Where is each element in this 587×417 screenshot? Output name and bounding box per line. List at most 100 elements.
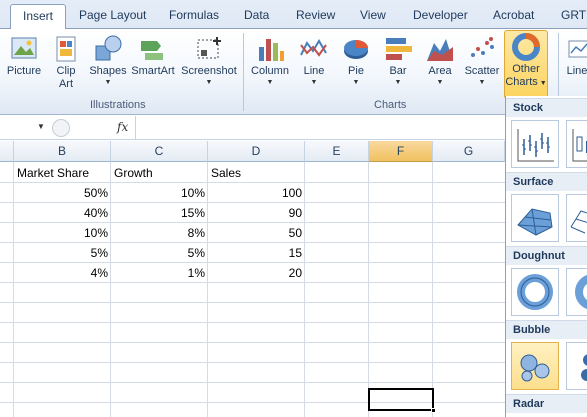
cell-header-growth[interactable]: Growth <box>114 163 206 183</box>
column-header-d[interactable]: D <box>208 141 305 162</box>
clip-art-label-2: Art <box>58 78 74 90</box>
other-charts-icon <box>512 33 540 61</box>
3d-bubble-chart-option[interactable] <box>566 342 587 390</box>
3d-bubble-chart-icon <box>581 354 587 381</box>
picture-label: Picture <box>6 65 42 77</box>
wireframe-surface-icon <box>570 210 587 234</box>
bubble-chart-option[interactable] <box>511 342 559 390</box>
table-cell[interactable]: 10% <box>111 183 205 203</box>
active-cell-selection[interactable] <box>368 388 436 413</box>
surface-chart-icon <box>517 208 553 236</box>
illustrations-group-label: Illustrations <box>90 99 146 111</box>
column-label: Column <box>251 65 289 77</box>
tab-acrobat[interactable]: Acrobat <box>493 8 534 22</box>
table-cell[interactable]: 100 <box>208 183 302 203</box>
insert-function-icon[interactable]: fx <box>117 120 128 134</box>
line-label: Line <box>303 65 325 77</box>
shapes-label: Shapes <box>89 65 127 77</box>
smartart-icon <box>141 41 163 60</box>
tab-developer[interactable]: Developer <box>413 8 468 22</box>
line-chart-icon <box>300 39 327 57</box>
table-cell[interactable]: 1% <box>111 263 205 283</box>
smartart-button[interactable]: SmartArt <box>128 33 178 99</box>
gallery-section-bubble: Bubble <box>506 320 587 339</box>
exploded-doughnut-option[interactable] <box>566 268 587 316</box>
area-label: Area <box>428 65 452 77</box>
table-cell[interactable]: 15% <box>111 203 205 223</box>
clip-art-icon <box>56 36 76 62</box>
stock-chart-icon <box>572 129 587 162</box>
tab-page-layout[interactable]: Page Layout <box>79 8 146 22</box>
gallery-section-stock: Stock <box>506 98 587 117</box>
table-cell[interactable]: 50 <box>208 223 302 243</box>
chevron-down-icon: ▼ <box>436 79 444 86</box>
pie-chart-icon <box>344 40 368 59</box>
scatter-label: Scatter <box>464 65 500 77</box>
formula-divider <box>135 116 136 140</box>
tab-view[interactable]: View <box>360 8 386 22</box>
bar-chart-button[interactable]: Bar ▼ <box>376 33 420 99</box>
column-header-b[interactable]: B <box>14 141 111 162</box>
stock-chart-option[interactable] <box>511 120 559 168</box>
column-header-e[interactable]: E <box>305 141 369 162</box>
sparkline-line-button[interactable]: Line <box>562 33 587 99</box>
sparkline-line-icon <box>568 40 587 58</box>
column-chart-button[interactable]: Column ▼ <box>248 33 292 99</box>
smartart-label: SmartArt <box>131 65 175 77</box>
table-cell[interactable]: 5% <box>111 243 205 263</box>
surface-chart-option[interactable] <box>511 194 559 242</box>
grid-line <box>0 302 505 303</box>
line-chart-button[interactable]: Line ▼ <box>292 33 336 99</box>
stock-chart-option-2[interactable] <box>566 120 587 168</box>
picture-icon <box>11 37 37 59</box>
fill-handle[interactable] <box>431 408 436 413</box>
tab-data[interactable]: Data <box>244 8 269 22</box>
column-header-g[interactable]: G <box>433 141 505 162</box>
chevron-down-icon: ▼ <box>394 79 402 86</box>
column-header-c[interactable]: C <box>111 141 208 162</box>
screenshot-button[interactable]: Screenshot ▼ <box>180 33 238 99</box>
clip-art-label-1: Clip <box>56 65 76 77</box>
table-cell[interactable]: 50% <box>14 183 108 203</box>
table-cell[interactable]: 90 <box>208 203 302 223</box>
pie-chart-button[interactable]: Pie ▼ <box>334 33 378 99</box>
picture-button[interactable]: Picture <box>2 33 46 99</box>
scatter-chart-icon <box>471 37 494 57</box>
table-cell[interactable]: 40% <box>14 203 108 223</box>
tab-grt[interactable]: GRT T <box>561 8 587 22</box>
tab-formulas[interactable]: Formulas <box>169 8 219 22</box>
gallery-section-radar: Radar <box>506 394 587 413</box>
name-box-dropdown-icon[interactable]: ▼ <box>37 122 45 131</box>
table-cell[interactable]: 20 <box>208 263 302 283</box>
bar-chart-icon <box>386 38 412 60</box>
table-cell[interactable]: 4% <box>14 263 108 283</box>
stock-chart-icon <box>517 129 554 162</box>
tab-review[interactable]: Review <box>296 8 335 22</box>
other-charts-button[interactable]: Other Charts ▼ <box>504 30 548 99</box>
column-header-f[interactable]: F <box>369 141 433 162</box>
chevron-down-icon: ▼ <box>104 79 112 86</box>
shapes-button[interactable]: Shapes ▼ <box>86 33 130 99</box>
worksheet-grid[interactable]: B C D E F G Market Share Growth Sales 50… <box>0 141 505 417</box>
clip-art-button[interactable]: Clip Art <box>44 33 88 99</box>
other-charts-label-2: Charts <box>505 76 538 88</box>
grid-line <box>0 382 505 383</box>
table-cell[interactable]: 15 <box>208 243 302 263</box>
surface-chart-option-2[interactable] <box>566 194 587 242</box>
table-cell[interactable]: 10% <box>14 223 108 243</box>
chevron-down-icon: ▼ <box>205 79 213 86</box>
cell-header-sales[interactable]: Sales <box>211 163 303 183</box>
doughnut-chart-option[interactable] <box>511 268 559 316</box>
formula-bar-splitter[interactable] <box>52 119 70 137</box>
grid-line <box>0 342 505 343</box>
chevron-down-icon: ▼ <box>537 80 547 87</box>
table-cell[interactable]: 8% <box>111 223 205 243</box>
area-chart-icon <box>427 39 453 61</box>
bar-label: Bar <box>389 65 407 77</box>
tab-insert[interactable]: Insert <box>10 4 67 30</box>
cell-header-market-share[interactable]: Market Share <box>17 163 109 183</box>
table-cell[interactable]: 5% <box>14 243 108 263</box>
area-chart-button[interactable]: Area ▼ <box>418 33 462 99</box>
other-charts-gallery: Stock Surface Doughnut Bubble Radar <box>505 96 587 417</box>
scatter-chart-button[interactable]: Scatter ▼ <box>460 33 504 99</box>
